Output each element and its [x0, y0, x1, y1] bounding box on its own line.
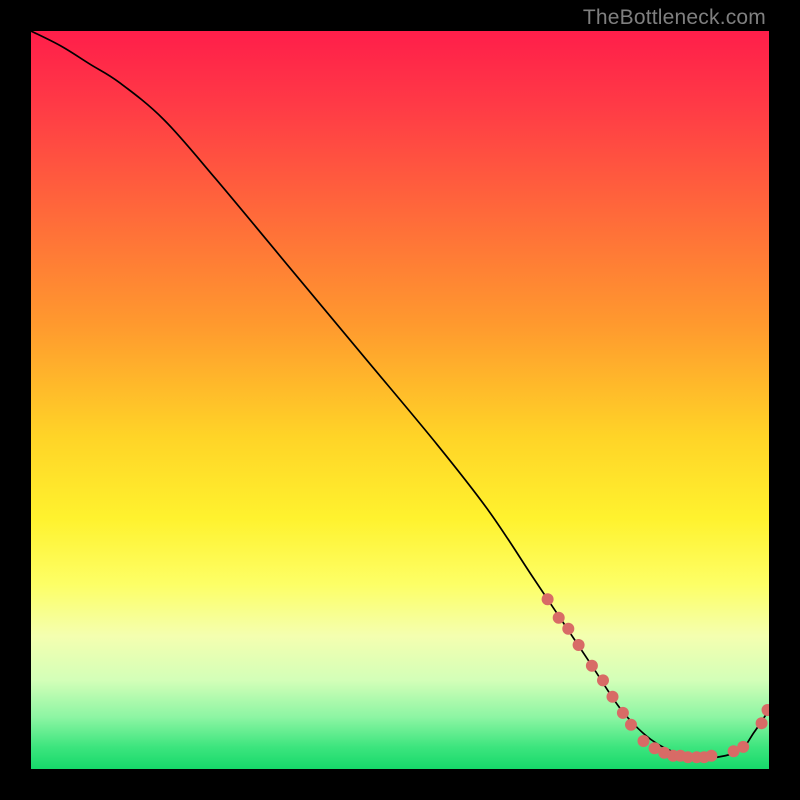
plot-area [31, 31, 769, 769]
curve-marker [553, 612, 565, 624]
curve-marker [542, 593, 554, 605]
curve-marker [586, 660, 598, 672]
curve-marker [625, 719, 637, 731]
curve-marker [562, 623, 574, 635]
curve-marker [762, 704, 770, 716]
curve-marker [756, 717, 768, 729]
bottleneck-curve [31, 31, 769, 758]
curve-marker [617, 707, 629, 719]
curve-marker [638, 735, 650, 747]
curve-marker [705, 750, 717, 762]
curve-marker [573, 639, 585, 651]
curve-layer [31, 31, 769, 769]
watermark-label: TheBottleneck.com [583, 6, 766, 30]
curve-marker [607, 691, 619, 703]
curve-marker [737, 741, 749, 753]
curve-marker [597, 674, 609, 686]
chart-stage: TheBottleneck.com [0, 0, 800, 800]
curve-markers [542, 593, 769, 763]
